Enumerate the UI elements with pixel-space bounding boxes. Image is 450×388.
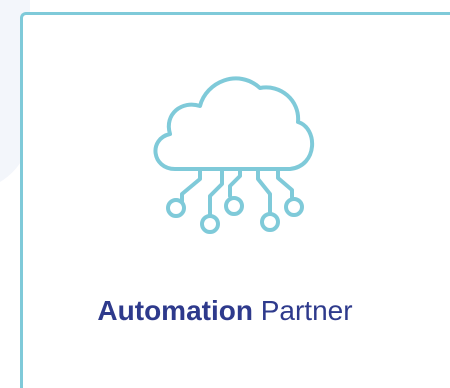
cloud-network-icon — [130, 54, 330, 234]
card-title-bold: Automation — [97, 295, 253, 326]
card-title-regular: Partner — [260, 295, 353, 326]
card-title: Automation Partner — [0, 294, 450, 328]
page: Automation Partner — [0, 0, 450, 388]
